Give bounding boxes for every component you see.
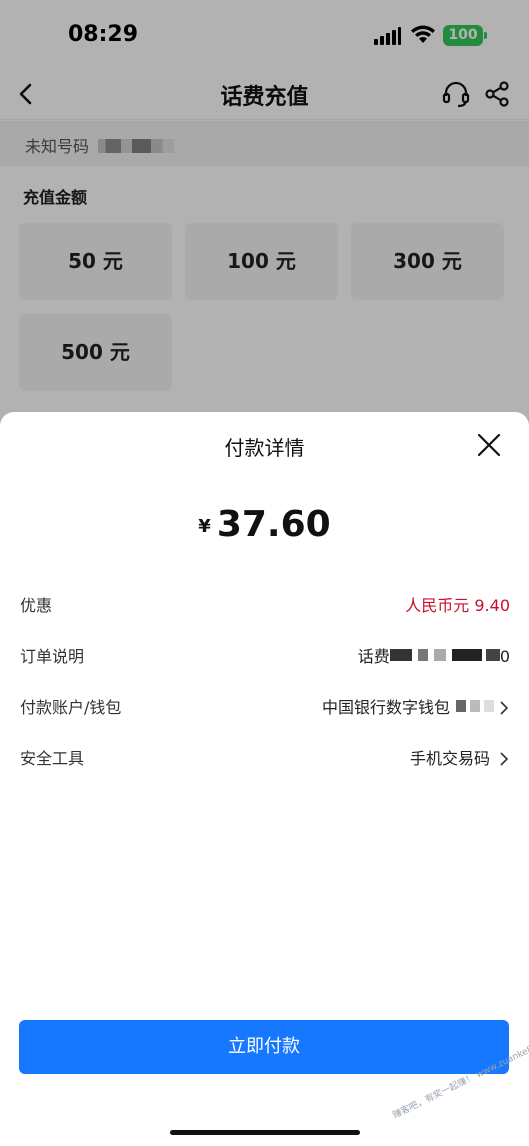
account-mask [484, 700, 494, 712]
order-description-suffix: 0 [499, 647, 510, 666]
account-mask [456, 700, 466, 712]
security-tool-row[interactable]: 安全工具 手机交易码 [20, 741, 510, 771]
discount-value: 人民币元 9.40 [405, 596, 510, 615]
discount-row: 优惠 人民币元 9.40 [20, 588, 510, 618]
order-mask [417, 649, 428, 661]
order-description-value: 话费 0 [358, 643, 510, 667]
sheet-title: 付款详情 [224, 436, 305, 460]
payment-account-label: 付款账户/钱包 [20, 698, 122, 717]
payment-amount: ¥37.60 [0, 504, 529, 545]
security-tool-label: 安全工具 [20, 749, 85, 768]
chevron-right-icon [500, 701, 509, 715]
pay-now-button[interactable]: 立即付款 [19, 1020, 509, 1074]
payment-account-row[interactable]: 付款账户/钱包 中国银行数字钱包 [20, 690, 510, 720]
close-icon[interactable] [472, 428, 506, 462]
currency-symbol: ¥ [198, 516, 211, 537]
payment-sheet: 付款详情 ¥37.60 优惠 人民币元 9.40 订单说明 话费 0 付款账户/钱… [0, 412, 529, 1146]
order-mask [433, 649, 446, 661]
order-mask [485, 649, 500, 661]
payment-account-value[interactable]: 中国银行数字钱包 [322, 694, 510, 718]
account-mask [470, 700, 480, 712]
amount-value: 37.60 [216, 504, 331, 545]
order-description-prefix: 话费 [357, 647, 390, 666]
security-tool-name: 手机交易码 [409, 749, 490, 768]
order-mask [451, 649, 482, 661]
order-mask [389, 649, 412, 661]
security-tool-value[interactable]: 手机交易码 [410, 745, 510, 769]
order-description-row: 订单说明 话费 0 [20, 639, 510, 669]
home-indicator [170, 1130, 360, 1135]
payment-account-name: 中国银行数字钱包 [321, 698, 450, 717]
discount-label: 优惠 [20, 596, 53, 615]
order-description-label: 订单说明 [20, 647, 85, 666]
chevron-right-icon [500, 752, 509, 766]
